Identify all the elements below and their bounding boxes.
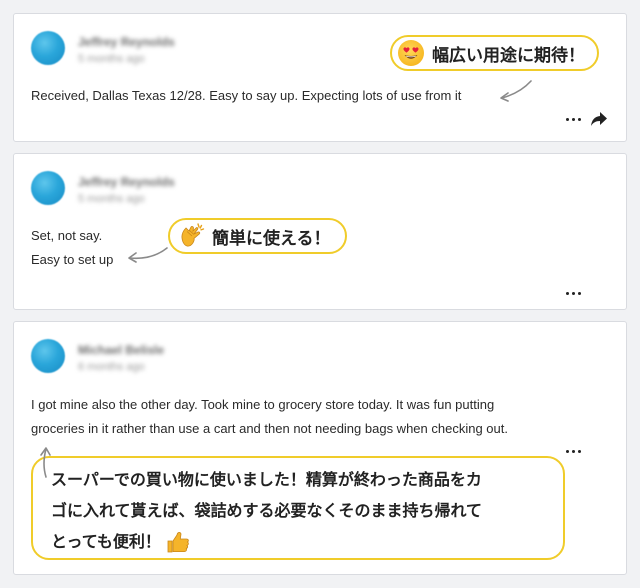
arrow-icon (40, 447, 51, 478)
callout-text: 簡単に使える！ (212, 228, 331, 249)
avatar[interactable] (31, 339, 65, 373)
callout-last-line: とっても便利！ (51, 526, 545, 557)
review-text: I got mine also the other day. Took mine… (31, 393, 508, 441)
review-text-line: I got mine also the other day. Took mine… (31, 397, 495, 412)
arrow-icon (500, 80, 532, 102)
more-options-button[interactable] (564, 112, 582, 126)
callout-annotation: 幅広い用途に期待！ (390, 35, 599, 71)
callout-text-line: ゴに入れて貰えば、袋詰めする必要なくそのまま持ち帰れて (51, 501, 483, 520)
review-text-line: Set, not say. (31, 228, 103, 243)
review-author[interactable]: Michael Belisle (78, 343, 164, 357)
review-text-line: Easy to set up (31, 252, 114, 267)
review-card: Jeffrey Reynolds 5 months ago Received, … (13, 13, 627, 142)
arrow-icon (128, 247, 168, 263)
review-text-line: Received, Dallas Texas 12/28. Easy to sa… (31, 88, 462, 103)
thumbs-up-emoji-icon (167, 531, 189, 552)
clapping-hands-emoji-icon (181, 223, 205, 247)
more-options-button[interactable] (564, 286, 582, 300)
callout-text: 幅広い用途に期待！ (432, 45, 585, 66)
review-date: 5 months ago (78, 193, 145, 205)
callout-annotation: 簡単に使える！ (168, 218, 347, 254)
review-author[interactable]: Jeffrey Reynolds (78, 35, 175, 49)
callout-text-line: スーパーでの買い物に使いました！精算が終わった商品をカ (51, 470, 482, 489)
more-options-button[interactable] (564, 444, 582, 458)
callout-text-line: とっても便利！ (51, 532, 161, 551)
avatar[interactable] (31, 171, 65, 205)
review-author[interactable]: Jeffrey Reynolds (78, 175, 175, 189)
review-text: Set, not say. Easy to set up (31, 224, 113, 272)
share-icon[interactable] (590, 111, 608, 127)
review-text: Received, Dallas Texas 12/28. Easy to sa… (31, 84, 461, 108)
review-text-line: groceries in it rather than use a cart a… (31, 421, 508, 436)
avatar[interactable] (31, 31, 65, 65)
callout-annotation: スーパーでの買い物に使いました！精算が終わった商品をカ ゴに入れて貰えば、袋詰め… (31, 456, 565, 560)
heart-eyes-emoji-icon (398, 40, 424, 66)
review-date: 6 months ago (78, 361, 145, 373)
review-date: 5 months ago (78, 53, 145, 65)
